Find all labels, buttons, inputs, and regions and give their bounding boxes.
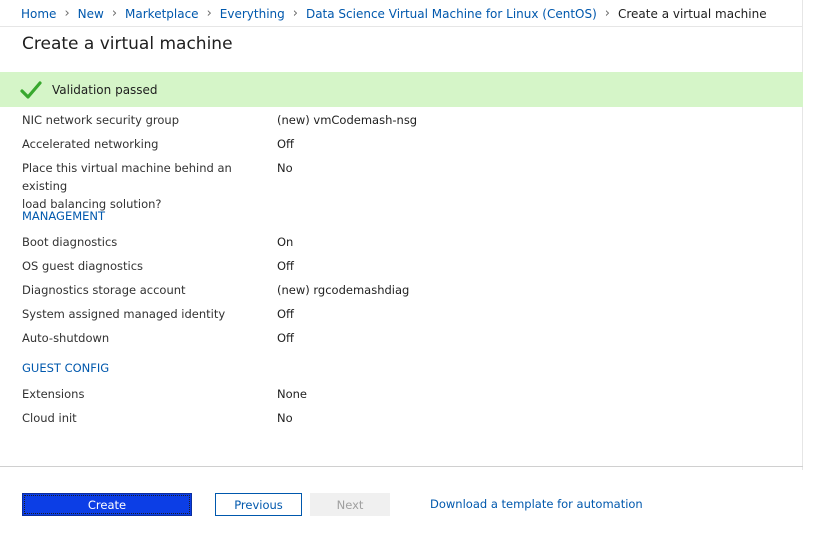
- row-value: No: [277, 411, 293, 425]
- row-label: Extensions: [22, 387, 85, 401]
- chevron-right-icon: ›: [604, 6, 610, 21]
- download-template-link[interactable]: Download a template for automation: [430, 497, 643, 511]
- footer-divider: [0, 466, 803, 467]
- row-label: OS guest diagnostics: [22, 259, 144, 273]
- row-value: No: [277, 161, 293, 175]
- breadcrumb-marketplace[interactable]: Marketplace: [125, 6, 199, 22]
- section-heading-guest-config: GUEST CONFIG: [22, 361, 110, 375]
- row-label: System assigned managed identity: [22, 307, 226, 321]
- section-heading-management: MANAGEMENT: [22, 209, 106, 223]
- row-label: NIC network security group: [22, 113, 180, 127]
- breadcrumb-everything[interactable]: Everything: [220, 6, 285, 22]
- header-divider: [0, 26, 803, 27]
- breadcrumb-current: Create a virtual machine: [618, 7, 767, 21]
- row-value: Off: [277, 331, 294, 345]
- breadcrumb-dsvm[interactable]: Data Science Virtual Machine for Linux (…: [306, 6, 597, 22]
- page-title: Create a virtual machine: [22, 34, 233, 54]
- create-button[interactable]: Create: [22, 493, 192, 516]
- chevron-right-icon: ›: [64, 6, 70, 21]
- row-label: Boot diagnostics: [22, 235, 118, 249]
- row-label: Auto-shutdown: [22, 331, 110, 345]
- row-value: (new) rgcodemashdiag: [277, 283, 410, 297]
- row-label: Diagnostics storage account: [22, 283, 186, 297]
- validation-text: Validation passed: [52, 82, 158, 97]
- row-value: Off: [277, 137, 294, 151]
- breadcrumb-new[interactable]: New: [78, 6, 104, 22]
- breadcrumb: Home › New › Marketplace › Everything › …: [21, 6, 767, 22]
- row-value: On: [277, 235, 294, 249]
- validation-banner: Validation passed: [0, 72, 803, 107]
- chevron-right-icon: ›: [292, 6, 298, 21]
- row-label: Cloud init: [22, 411, 77, 425]
- row-label-line: Place this virtual machine behind an exi…: [22, 161, 232, 193]
- row-value: Off: [277, 307, 294, 321]
- row-label: Accelerated networking: [22, 137, 159, 151]
- checkmark-icon: [20, 80, 42, 99]
- row-label: Place this virtual machine behind an exi…: [22, 159, 262, 213]
- row-value: Off: [277, 259, 294, 273]
- next-button[interactable]: Next: [310, 493, 390, 516]
- previous-button[interactable]: Previous: [215, 493, 302, 516]
- blade-border: [802, 0, 803, 470]
- breadcrumb-home[interactable]: Home: [21, 6, 56, 22]
- chevron-right-icon: ›: [111, 6, 118, 21]
- row-value: None: [277, 387, 308, 401]
- row-value: (new) vmCodemash-nsg: [277, 113, 418, 127]
- chevron-right-icon: ›: [206, 6, 212, 21]
